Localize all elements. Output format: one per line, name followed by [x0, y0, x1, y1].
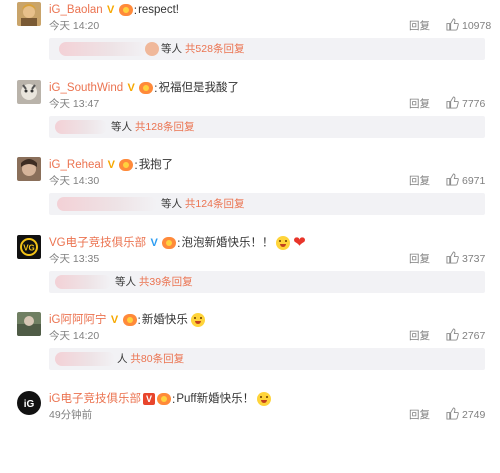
comment-header: iG电子竞技俱乐部 V : Puff新婚快乐！ [49, 391, 272, 407]
username-link[interactable]: VG电子竞技俱乐部 [49, 235, 146, 251]
blurred-replier-names [57, 197, 157, 211]
shock-emoji-icon [276, 236, 291, 250]
blurred-replier-names [55, 120, 107, 134]
comment-item: iG阿阿阿宁 V : 新婚快乐 今天 14:20 回复 2767 人 共80条回… [0, 312, 500, 394]
username-link[interactable]: iG电子竞技俱乐部 [49, 391, 141, 407]
fan-badge-icon [157, 393, 171, 405]
replies-summary: 等人 共39条回复 [115, 276, 193, 288]
fan-badge-icon [122, 314, 137, 326]
comment-header: iG_SouthWind V : 祝福但是我酸了 [49, 80, 239, 96]
avatar[interactable]: VG [17, 235, 41, 259]
username-link[interactable]: iG_SouthWind [49, 80, 123, 96]
thumbs-up-icon[interactable] [446, 96, 459, 109]
comment-header: iG_Baolan V : respect! [49, 2, 179, 18]
blurred-replier-names [59, 42, 147, 56]
comment-item: iG_SouthWind V : 祝福但是我酸了 今天 13:47 回复 777… [0, 80, 500, 162]
comment-text: 新婚快乐 [141, 314, 188, 326]
comment-header: iG_Reheal V : 我抱了 [49, 157, 173, 173]
colon: : [154, 81, 158, 95]
fan-badge-icon [139, 82, 154, 94]
like-count: 10978 [462, 20, 492, 32]
replies-expander[interactable]: 等人 共124条回复 [49, 193, 485, 215]
comment-item: iG_Baolan V : respect! 今天 14:20 回复 10978… [0, 2, 500, 84]
thumbs-up-icon[interactable] [446, 251, 459, 264]
colon: : [177, 236, 181, 250]
avatar[interactable] [17, 80, 41, 104]
verified-badge-icon: V [107, 159, 116, 171]
blurred-replier-names [55, 352, 115, 366]
reply-button[interactable]: 回复 [409, 252, 430, 266]
like-count: 6971 [462, 175, 486, 187]
replies-expander[interactable]: 人 共80条回复 [49, 348, 485, 370]
replies-expander[interactable]: 等人 共39条回复 [49, 271, 485, 293]
verified-badge-icon: V [110, 314, 119, 326]
verified-badge-icon: V [143, 393, 155, 405]
like-count: 2749 [462, 409, 486, 421]
reply-button[interactable]: 回复 [409, 408, 430, 422]
reply-button[interactable]: 回复 [409, 174, 430, 188]
replies-expander[interactable]: 等人 共528条回复 [49, 38, 485, 60]
colon: : [137, 313, 141, 327]
like-count: 7776 [462, 98, 486, 110]
comment-text: Puff新婚快乐！ [176, 393, 255, 405]
comment-text: 泡泡新婚快乐！！ [181, 237, 274, 249]
comment-time: 今天 14:20 [49, 330, 100, 342]
reply-button[interactable]: 回复 [409, 329, 430, 343]
comment-time: 49分钟前 [49, 409, 93, 421]
fan-badge-icon [162, 237, 177, 249]
comment-time: 今天 14:30 [49, 175, 100, 187]
avatar[interactable] [17, 2, 41, 26]
reply-button[interactable]: 回复 [409, 19, 430, 33]
username-link[interactable]: iG阿阿阿宁 [49, 312, 107, 328]
blurred-replier-names [55, 275, 111, 289]
shock-emoji-icon [257, 392, 272, 406]
comment-item: VG VG电子竞技俱乐部 V : 泡泡新婚快乐！！ ❤ 今天 13:35 回复 … [0, 235, 500, 317]
replies-summary: 人 共80条回复 [117, 353, 185, 365]
like-count: 3737 [462, 253, 486, 265]
tongue-emoji-icon [190, 313, 205, 327]
comment-text: 我抱了 [138, 159, 174, 171]
replies-expander[interactable]: 等人 共128条回复 [49, 116, 485, 138]
comment-item: iG_Reheal V : 我抱了 今天 14:30 回复 6971 等人 共1… [0, 157, 500, 239]
colon: : [133, 3, 138, 17]
verified-badge-icon: V [150, 237, 158, 249]
comment-item: iG iG电子竞技俱乐部 V : Puff新婚快乐！ 49分钟前 回复 2749 [0, 391, 500, 473]
heart-emoji-icon: ❤ [293, 234, 306, 251]
colon: : [134, 158, 138, 172]
svg-text:VG: VG [23, 244, 35, 253]
thumbs-up-icon[interactable] [446, 328, 459, 341]
username-link[interactable]: iG_Reheal [49, 157, 103, 173]
avatar[interactable] [17, 312, 41, 336]
thumbs-up-icon[interactable] [446, 173, 459, 186]
fan-badge-icon [118, 4, 133, 16]
avatar[interactable] [17, 157, 41, 181]
verified-badge-icon: V [127, 82, 135, 94]
blurred-replier-avatar [145, 42, 159, 56]
comment-header: iG阿阿阿宁 V : 新婚快乐 [49, 312, 205, 328]
replies-summary: 等人 共128条回复 [111, 121, 195, 133]
username-link[interactable]: iG_Baolan [49, 2, 103, 18]
comment-header: VG电子竞技俱乐部 V : 泡泡新婚快乐！！ ❤ [49, 235, 306, 251]
svg-text:iG: iG [24, 399, 35, 410]
thumbs-up-icon[interactable] [446, 18, 459, 31]
replies-summary: 等人 共528条回复 [161, 43, 245, 55]
reply-button[interactable]: 回复 [409, 97, 430, 111]
comment-text: 祝福但是我酸了 [158, 82, 240, 94]
like-count: 2767 [462, 330, 486, 342]
comment-text: respect! [138, 4, 179, 16]
verified-badge-icon: V [107, 4, 115, 16]
comment-time: 今天 14:20 [49, 20, 100, 32]
colon: : [172, 392, 176, 406]
replies-summary: 等人 共124条回复 [161, 198, 245, 210]
fan-badge-icon [119, 159, 134, 171]
avatar[interactable]: iG [17, 391, 41, 415]
comment-time: 今天 13:35 [49, 253, 100, 265]
comment-time: 今天 13:47 [49, 98, 100, 110]
thumbs-up-icon[interactable] [446, 407, 459, 420]
